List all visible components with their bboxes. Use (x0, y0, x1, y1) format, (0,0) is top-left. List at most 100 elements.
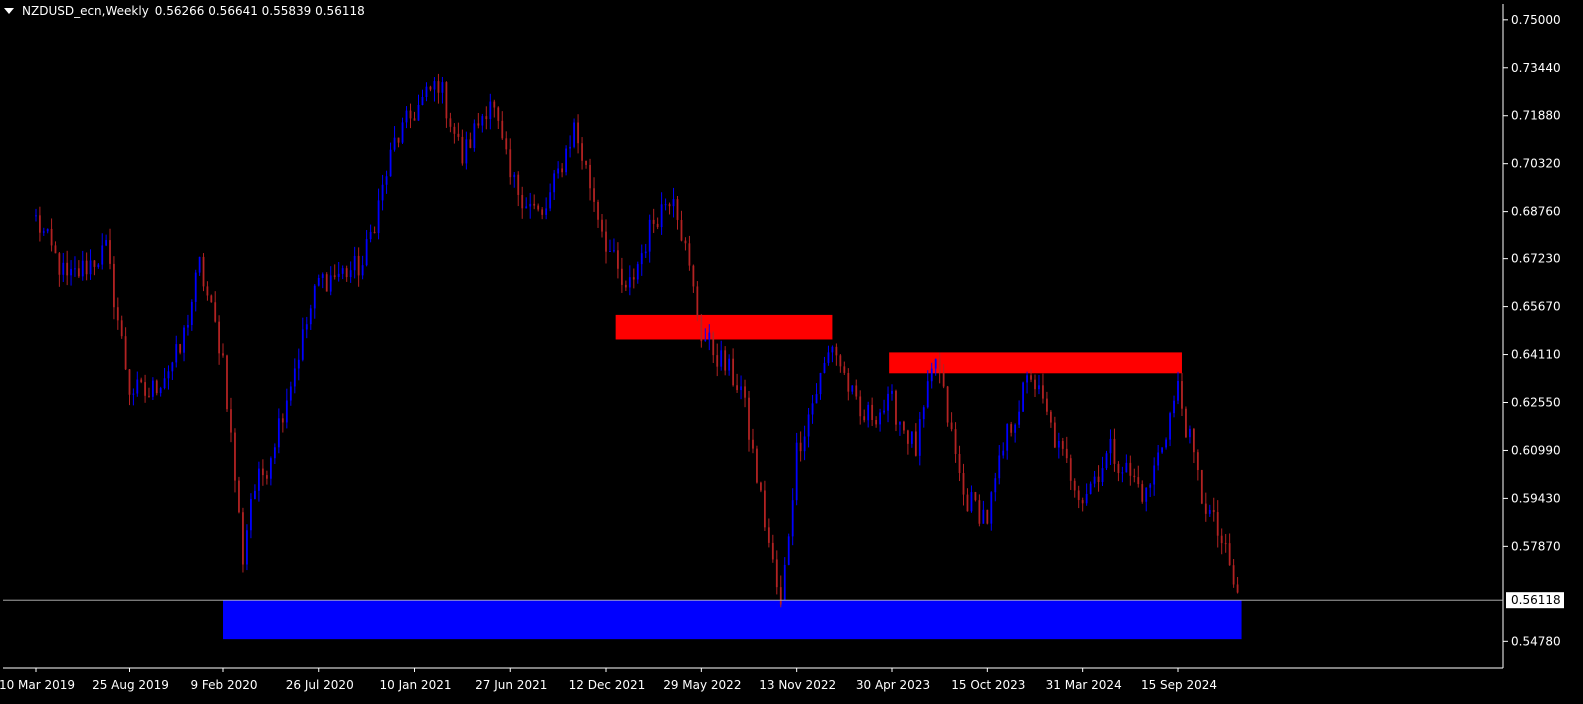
candle (1129, 455, 1132, 486)
candle (77, 260, 80, 279)
candle (763, 480, 766, 531)
candle (1049, 409, 1052, 428)
candle (159, 386, 162, 397)
candle (760, 481, 762, 493)
candle (445, 81, 448, 128)
candle (1228, 533, 1231, 566)
candle (775, 550, 778, 595)
candle (277, 408, 280, 454)
candle (545, 197, 548, 220)
candle (1034, 374, 1036, 398)
candle (978, 494, 981, 527)
candle (405, 106, 408, 129)
candle (369, 224, 372, 243)
candle (289, 381, 292, 406)
candle (585, 160, 587, 169)
candle (589, 158, 591, 201)
candle (493, 99, 496, 118)
candle (1137, 465, 1140, 488)
candle (42, 227, 45, 236)
candle (823, 356, 826, 374)
candle (101, 233, 104, 270)
candle (910, 431, 913, 448)
candle (970, 485, 973, 513)
candle (281, 413, 284, 433)
candle (748, 391, 750, 452)
candle (1216, 500, 1219, 548)
candle (409, 103, 412, 129)
candle (1236, 576, 1239, 594)
candle (273, 443, 276, 464)
candle (732, 348, 735, 387)
candle (513, 172, 516, 188)
candle (1109, 429, 1112, 466)
candle (867, 401, 870, 428)
candle (1141, 480, 1144, 504)
candle (85, 252, 88, 281)
candle (1157, 444, 1160, 471)
candle (696, 281, 699, 322)
resistance-zone-2 (889, 352, 1182, 374)
candle (175, 335, 178, 368)
candle (922, 405, 925, 428)
candle (353, 246, 356, 279)
candle (1014, 423, 1017, 443)
candle (1220, 528, 1223, 555)
x-tick-label: 27 Jun 2021 (475, 678, 547, 692)
x-tick-label: 9 Feb 2020 (190, 678, 257, 692)
candle (1022, 381, 1024, 412)
candle (1077, 485, 1080, 509)
candle (89, 249, 92, 280)
x-tick-label: 13 Nov 2022 (759, 678, 836, 692)
candle (1085, 483, 1088, 506)
candle (744, 379, 746, 408)
candle (1053, 416, 1056, 449)
candle (321, 272, 324, 289)
candle (50, 218, 53, 252)
candle (1026, 371, 1028, 394)
y-tick-label: 0.70320 (1511, 157, 1561, 171)
candle (895, 389, 897, 432)
candle (469, 132, 472, 149)
price-chart[interactable]: 0.75000 0.73440 0.71880 0.70320 0.68760 0.672… (0, 0, 1583, 704)
candle (1038, 374, 1040, 395)
candle (333, 264, 336, 280)
candle (541, 207, 544, 220)
candle (736, 373, 738, 393)
candle (81, 250, 84, 281)
candle (501, 111, 504, 140)
candle (167, 365, 170, 390)
candle (206, 281, 209, 301)
candle (1224, 533, 1227, 553)
candle (617, 242, 619, 279)
candle (521, 186, 524, 219)
candle (397, 137, 400, 148)
x-tick-label: 25 Aug 2019 (92, 678, 169, 692)
candle (222, 343, 224, 358)
candle (35, 208, 37, 222)
candle (557, 161, 560, 179)
candle (305, 316, 308, 339)
candle (573, 118, 575, 149)
candle (863, 409, 866, 423)
candle (413, 111, 416, 121)
candle (883, 399, 885, 415)
candle (489, 93, 492, 130)
candle (831, 345, 834, 363)
x-tick-label: 15 Sep 2024 (1141, 678, 1217, 692)
candle (1169, 411, 1171, 447)
candle (1196, 449, 1199, 481)
candle (1212, 497, 1215, 522)
y-tick-label: 0.67230 (1511, 252, 1561, 266)
candle (525, 197, 528, 209)
candle (843, 361, 846, 376)
candle (1010, 421, 1013, 437)
candle (155, 379, 158, 396)
candle (473, 119, 476, 152)
candle (740, 375, 742, 400)
candle (62, 252, 65, 282)
candle (421, 89, 424, 106)
candle (269, 456, 272, 486)
candle (144, 374, 146, 403)
candle (636, 261, 639, 284)
